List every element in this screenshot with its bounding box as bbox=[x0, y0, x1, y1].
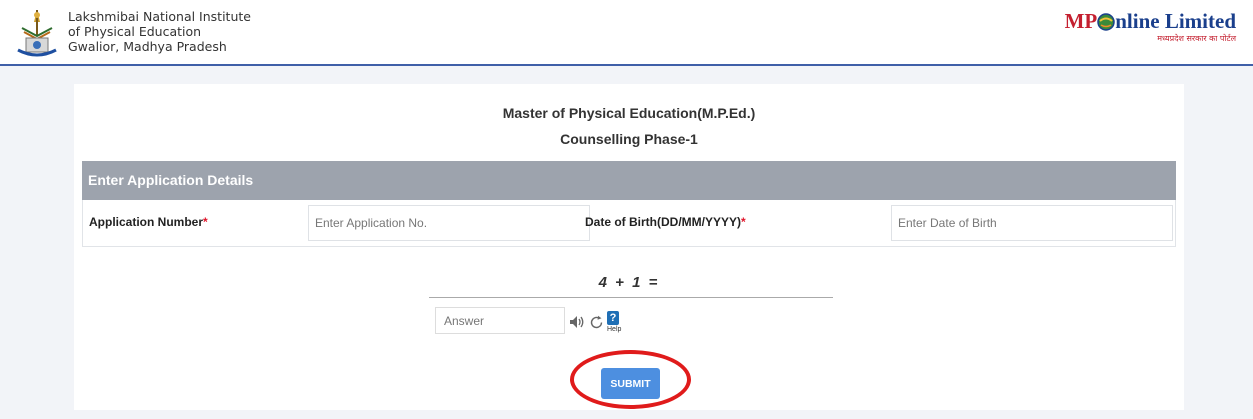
captcha-divider bbox=[429, 297, 833, 298]
help-icon: ? bbox=[607, 311, 619, 325]
mponline-tagline: मध्यप्रदेश सरकार का पोर्टल bbox=[1157, 34, 1236, 43]
mponline-logo-suffix: nline Limited bbox=[1115, 9, 1236, 33]
page-title: Master of Physical Education(M.P.Ed.) bbox=[502, 105, 756, 121]
date-of-birth-label: Date of Birth(DD/MM/YYYY)* bbox=[585, 215, 746, 229]
counselling-form-card: Master of Physical Education(M.P.Ed.) Co… bbox=[74, 84, 1184, 410]
required-asterisk: * bbox=[741, 215, 746, 229]
application-number-input[interactable] bbox=[308, 205, 590, 241]
page-subtitle: Counselling Phase-1 bbox=[560, 131, 698, 147]
required-asterisk: * bbox=[203, 215, 208, 229]
date-of-birth-input[interactable] bbox=[891, 205, 1173, 241]
refresh-icon[interactable] bbox=[589, 315, 604, 330]
captcha-answer-input[interactable] bbox=[435, 307, 565, 334]
captcha-help-button[interactable]: ? Help bbox=[607, 311, 623, 335]
institute-name-line1: Lakshmibai National Institute bbox=[68, 9, 251, 24]
mponline-logo-prefix: MP bbox=[1064, 9, 1098, 33]
speaker-icon[interactable] bbox=[569, 315, 585, 329]
captcha-expression: 4 + 1 = bbox=[598, 274, 660, 291]
application-number-label: Application Number* bbox=[89, 215, 208, 229]
institute-name-line2: of Physical Education bbox=[68, 24, 202, 39]
section-header: Enter Application Details bbox=[82, 161, 1176, 200]
institute-location: Gwalior, Madhya Pradesh bbox=[68, 39, 227, 54]
institute-name: Lakshmibai National Institute of Physica… bbox=[68, 9, 251, 54]
application-number-label-text: Application Number bbox=[89, 215, 204, 229]
application-details-row: Application Number* Date of Birth(DD/MM/… bbox=[82, 200, 1176, 247]
submit-button[interactable]: SUBMIT bbox=[601, 368, 660, 399]
date-of-birth-label-text: Date of Birth(DD/MM/YYYY) bbox=[585, 215, 741, 229]
help-label: Help bbox=[607, 326, 622, 333]
institute-emblem-icon bbox=[17, 10, 57, 57]
mponline-logo: MP nline Limited मध्यप्रदेश सरकार का पोर्… bbox=[1065, 10, 1236, 44]
site-header: Lakshmibai National Institute of Physica… bbox=[0, 0, 1253, 66]
globe-icon bbox=[1097, 13, 1115, 31]
